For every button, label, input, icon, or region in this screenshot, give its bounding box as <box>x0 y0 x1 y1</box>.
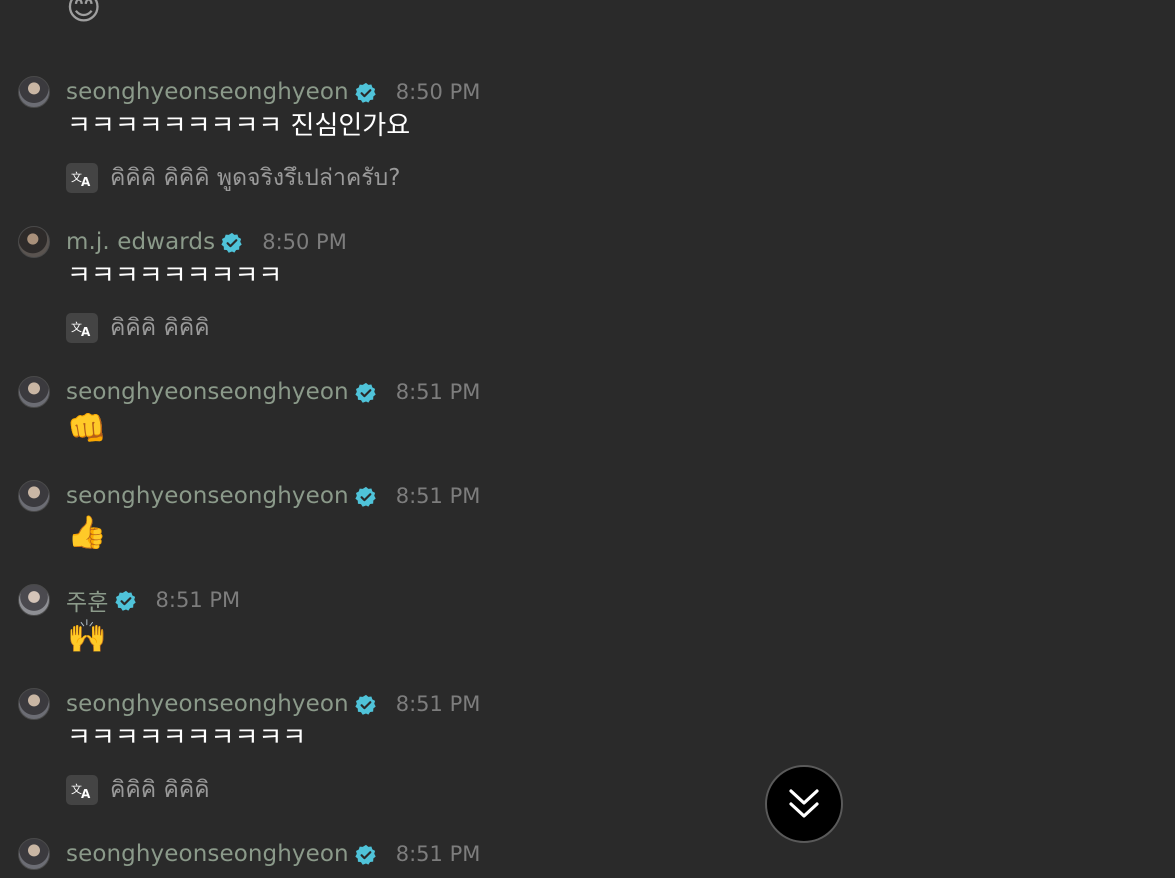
chat-thread[interactable]: 😊 seonghyeonseonghyeon 8:50 PM ㅋㅋㅋㅋㅋㅋㅋㅋㅋ… <box>0 0 1175 878</box>
translation-text: คิคิคิ คิคิคิ พูดจริงรึเปล่าครับ? <box>110 165 401 191</box>
verified-badge-icon <box>355 486 376 507</box>
verified-badge-icon <box>355 82 376 103</box>
avatar[interactable] <box>18 480 50 512</box>
avatar[interactable] <box>18 584 50 616</box>
message-header: m.j. edwards 8:50 PM <box>66 227 347 257</box>
message-timestamp: 8:50 PM <box>262 230 347 254</box>
svg-text:A: A <box>81 787 91 799</box>
message-header: 주훈 8:51 PM <box>66 583 241 617</box>
username[interactable]: seonghyeonseonghyeon <box>66 841 349 867</box>
username[interactable]: seonghyeonseonghyeon <box>66 691 349 717</box>
verified-badge-icon <box>355 844 376 865</box>
message-header: seonghyeonseonghyeon 8:50 PM <box>66 77 480 107</box>
avatar[interactable] <box>18 76 50 108</box>
message-emoji: 😊 <box>66 0 102 28</box>
message-timestamp: 8:51 PM <box>395 842 481 866</box>
message-timestamp: 8:51 PM <box>155 588 241 612</box>
message-header: seonghyeonseonghyeon 8:51 PM <box>66 689 480 719</box>
username[interactable]: 주훈 <box>66 583 109 617</box>
scroll-to-bottom-button[interactable] <box>765 765 843 843</box>
verified-badge-icon <box>355 382 376 403</box>
message-timestamp: 8:51 PM <box>395 692 481 716</box>
message-timestamp: 8:51 PM <box>395 484 481 508</box>
message-text: ㅋㅋㅋㅋㅋㅋㅋㅋㅋ <box>67 261 283 291</box>
message-header: seonghyeonseonghyeon 8:51 PM <box>66 377 480 407</box>
avatar[interactable] <box>18 838 50 870</box>
username[interactable]: seonghyeonseonghyeon <box>66 379 349 405</box>
verified-badge-icon <box>355 694 376 715</box>
avatar[interactable] <box>18 226 50 258</box>
avatar[interactable] <box>18 376 50 408</box>
svg-text:A: A <box>81 325 91 337</box>
translate-icon[interactable]: 文 A <box>66 163 98 193</box>
username[interactable]: m.j. edwards <box>66 229 215 255</box>
double-chevron-down-icon <box>789 789 819 818</box>
svg-text:A: A <box>81 175 91 187</box>
translation-text: คิคิคิ คิคิคิ <box>110 777 210 803</box>
translation-row: 文 A คิคิคิ คิคิคิ พูดจริงรึเปล่าครับ? <box>66 162 400 194</box>
avatar[interactable] <box>18 688 50 720</box>
verified-badge-icon <box>221 232 242 253</box>
message-text: ㅋㅋㅋㅋㅋㅋㅋㅋㅋㅋ <box>67 723 307 753</box>
message-emoji: 👍 <box>67 513 107 551</box>
message-emoji: 👊 <box>67 409 107 447</box>
translation-row: 文 A คิคิคิ คิคิคิ <box>66 774 210 806</box>
message-header: seonghyeonseonghyeon 8:51 PM <box>66 839 480 869</box>
verified-badge-icon <box>114 590 136 611</box>
message-timestamp: 8:51 PM <box>395 380 481 404</box>
username[interactable]: seonghyeonseonghyeon <box>66 79 349 105</box>
username[interactable]: seonghyeonseonghyeon <box>66 483 349 509</box>
message-header: seonghyeonseonghyeon 8:51 PM <box>66 481 480 511</box>
translate-icon[interactable]: 文 A <box>66 775 98 805</box>
translation-row: 文 A คิคิคิ คิคิคิ <box>66 312 210 344</box>
translate-icon[interactable]: 文 A <box>66 313 98 343</box>
translation-text: คิคิคิ คิคิคิ <box>110 315 210 341</box>
message-emoji: 🙌 <box>67 617 107 655</box>
message-text: ㅋㅋㅋㅋㅋㅋㅋㅋㅋ 진심인가요 <box>67 111 411 141</box>
message-timestamp: 8:50 PM <box>395 80 481 104</box>
